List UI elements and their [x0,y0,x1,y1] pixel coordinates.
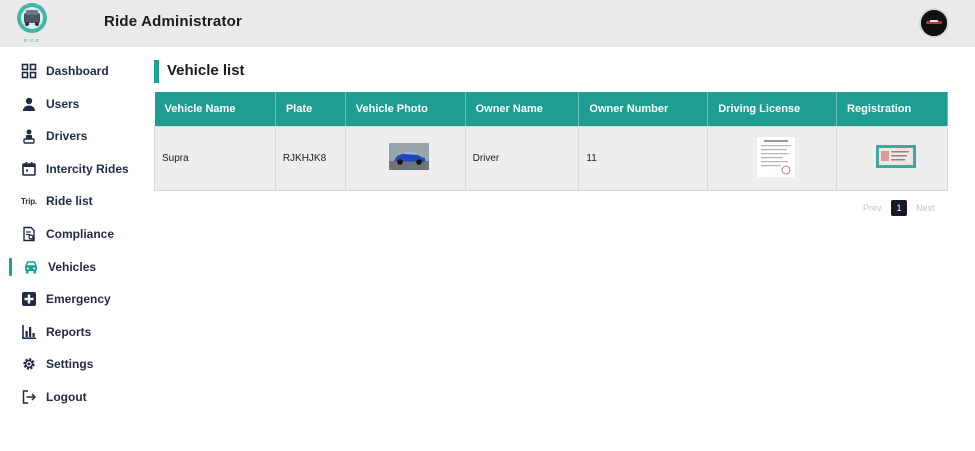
column-header-vehicle-photo[interactable]: Vehicle Photo [345,92,466,126]
vehicle-table: Vehicle Name Plate Vehicle Photo Owner N… [154,92,948,191]
avatar[interactable] [919,8,949,38]
app-title: Ride Administrator [104,13,243,30]
title-accent-bar [154,60,159,83]
cell-plate: RJKHJK8 [274,125,346,191]
logo-caption: RIDE [24,38,41,43]
sidebar-item-drivers[interactable]: Drivers [0,123,140,149]
sidebar-item-label: Emergency [46,292,111,306]
document-search-icon [20,225,38,243]
logout-icon [20,388,38,406]
sidebar-item-intercity-rides[interactable]: Intercity Rides [0,156,140,182]
user-icon [20,95,38,113]
trip-icon: Trip. [21,196,37,206]
sidebar-item-label: Vehicles [48,260,97,274]
sidebar-item-reports[interactable]: Reports [0,319,140,345]
sidebar-item-label: Dashboard [46,64,109,78]
sidebar-item-label: Logout [46,390,87,404]
driver-icon [20,127,38,145]
cell-vehicle-name: Supra [154,125,276,191]
sidebar-item-label: Intercity Rides [46,162,129,176]
sidebar-item-compliance[interactable]: Compliance [0,221,140,247]
column-header-vehicle-name[interactable]: Vehicle Name [154,92,276,126]
ride-logo[interactable]: RIDE [15,2,49,44]
table-row[interactable]: Supra RJKHJK8 Driver 11 [154,125,948,191]
column-header-driving-license[interactable]: Driving License [707,92,838,126]
top-bar: RIDE Ride Administrator [0,0,975,47]
cell-registration [836,125,948,191]
cell-owner-name: Driver [464,125,580,191]
page-title: Vehicle list [167,62,245,79]
dashboard-icon [20,62,38,80]
sidebar-item-users[interactable]: Users [0,91,140,117]
column-header-plate[interactable]: Plate [275,92,346,126]
gear-icon [20,355,38,373]
sidebar-item-dashboard[interactable]: Dashboard [0,58,140,84]
sidebar-item-label: Settings [46,357,94,371]
sidebar-item-label: Drivers [46,129,88,143]
sidebar-item-vehicles[interactable]: Vehicles [0,254,140,280]
sidebar: Dashboard Users Drivers Intercity Rides … [0,47,140,451]
vehicle-photo-thumbnail[interactable] [388,143,429,173]
column-header-registration[interactable]: Registration [836,92,948,126]
table-header-row: Vehicle Name Plate Vehicle Photo Owner N… [154,92,948,126]
calendar-icon [20,160,38,178]
sidebar-item-emergency[interactable]: Emergency [0,286,140,312]
registration-thumbnail[interactable] [875,145,916,171]
sidebar-item-ride-list[interactable]: Trip. Ride list [0,188,140,214]
cell-vehicle-photo [344,125,466,191]
active-indicator [9,258,12,276]
prev-page-button[interactable]: Prev [863,203,882,213]
sidebar-item-settings[interactable]: Settings [0,351,140,377]
sidebar-item-label: Compliance [46,227,115,241]
car-icon [22,258,40,276]
column-header-owner-name[interactable]: Owner Name [465,92,580,126]
next-page-button[interactable]: Next [916,203,935,213]
cell-owner-number: 11 [578,125,709,191]
medical-cross-icon [20,290,38,308]
driving-license-thumbnail[interactable] [755,135,797,181]
bar-chart-icon [20,323,38,341]
current-page-button[interactable]: 1 [891,200,907,216]
pagination: Prev 1 Next [860,199,950,217]
sidebar-item-label: Users [46,97,80,111]
column-header-owner-number[interactable]: Owner Number [578,92,709,126]
cell-driving-license [707,125,838,191]
sidebar-item-logout[interactable]: Logout [0,384,140,410]
sidebar-item-label: Ride list [46,194,93,208]
sidebar-item-label: Reports [46,325,92,339]
